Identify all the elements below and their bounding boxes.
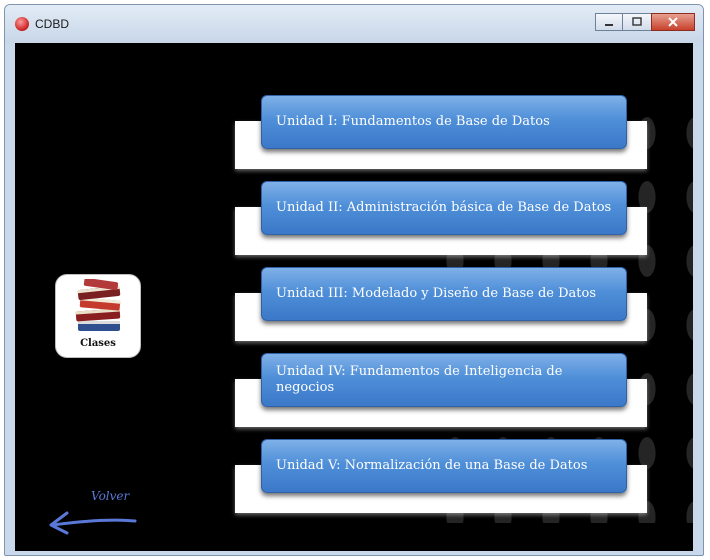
unit-1-button[interactable]: Unidad I: Fundamentos de Base de Datos (261, 95, 627, 149)
title-bar[interactable]: CDBD (5, 5, 703, 43)
maximize-icon (632, 17, 642, 26)
app-window: CDBD Unidad I: Fundamentos de Base de Da… (4, 4, 704, 556)
unit-4-button[interactable]: Unidad IV: Fundamentos de Inteligencia d… (261, 353, 627, 407)
window-controls (595, 13, 695, 33)
close-icon (668, 17, 678, 27)
arrow-left-icon (49, 511, 137, 535)
maximize-button[interactable] (623, 13, 651, 31)
window-title: CDBD (35, 17, 70, 31)
unit-5-button[interactable]: Unidad V: Normalización de una Base de D… (261, 439, 627, 493)
clases-label: Clases (80, 338, 116, 349)
minimize-icon (605, 24, 613, 26)
back-button[interactable]: Volver (43, 489, 153, 539)
clases-button[interactable]: Clases (55, 274, 141, 358)
main-content: Unidad I: Fundamentos de Base de Datos U… (15, 43, 693, 551)
minimize-button[interactable] (595, 13, 623, 31)
unit-5-label: Unidad V: Normalización de una Base de D… (276, 458, 588, 473)
unit-4-label: Unidad IV: Fundamentos de Inteligencia d… (276, 364, 563, 395)
app-icon (15, 17, 29, 31)
close-button[interactable] (651, 13, 695, 31)
unit-2-label: Unidad II: Administración básica de Base… (276, 200, 612, 215)
unit-1-label: Unidad I: Fundamentos de Base de Datos (276, 114, 550, 129)
unit-3-button[interactable]: Unidad III: Modelado y Diseño de Base de… (261, 267, 627, 321)
unit-2-button[interactable]: Unidad II: Administración básica de Base… (261, 181, 627, 235)
books-icon (75, 279, 121, 331)
unit-3-label: Unidad III: Modelado y Diseño de Base de… (276, 286, 597, 301)
